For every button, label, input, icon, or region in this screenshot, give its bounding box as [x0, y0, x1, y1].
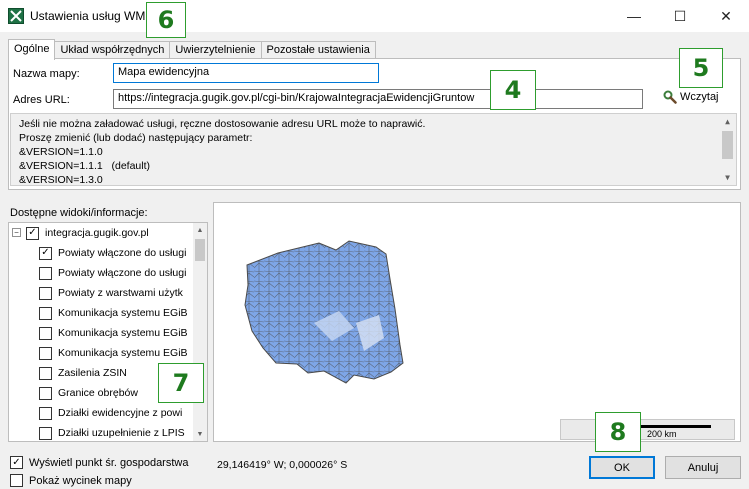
poland-map	[244, 240, 404, 384]
show-clip-checkbox[interactable]	[10, 474, 23, 487]
layer-label: Zasilenia ZSIN	[58, 367, 127, 379]
scale-label: 200 km	[647, 429, 677, 439]
annotation-badge-6: 6	[146, 2, 186, 38]
layer-checkbox[interactable]: ✓	[39, 246, 52, 260]
show-point-checkbox[interactable]: ✓	[10, 456, 23, 469]
layer-item[interactable]: ✓ Powiaty włączone do usługi	[9, 243, 195, 263]
show-clip-option[interactable]: Pokaż wycinek mapy	[10, 474, 132, 487]
title-bar: Ustawienia usług WMS — ☐ ✕	[0, 0, 749, 32]
checkmark-icon: ✓	[12, 456, 21, 468]
layer-item[interactable]: Działki uzupełnienie z LPIS	[9, 423, 195, 441]
annotation-badge-4: 4	[490, 70, 536, 110]
layer-checkbox[interactable]	[39, 266, 52, 280]
layer-label: Komunikacja systemu EGiB	[58, 347, 188, 359]
layers-tree: − ✓ integracja.gugik.gov.pl ✓ Powiaty włą…	[8, 222, 208, 442]
load-button-label: Wczytaj	[680, 91, 719, 103]
checkmark-icon: ✓	[41, 247, 50, 258]
show-clip-label: Pokaż wycinek mapy	[29, 474, 132, 487]
layer-label: Granice obrębów	[58, 387, 138, 399]
scroll-up-icon[interactable]: ▲	[193, 223, 207, 237]
message-scrollbar[interactable]: ▲ ▼	[719, 114, 736, 185]
scroll-down-icon[interactable]: ▼	[719, 170, 736, 185]
layer-item[interactable]: Powiaty włączone do usługi	[9, 263, 195, 283]
load-button[interactable]: Wczytaj	[663, 90, 719, 104]
layer-label: Powiaty z warstwami użytk	[58, 287, 183, 299]
layer-item[interactable]: Komunikacja systemu EGiB	[9, 323, 195, 343]
scale-bar: 200 km	[560, 419, 735, 440]
map-name-input[interactable]: Mapa ewidencyjna	[113, 63, 379, 83]
layer-checkbox[interactable]	[39, 346, 52, 360]
checkmark-icon: ✓	[28, 227, 37, 238]
layer-checkbox[interactable]	[39, 406, 52, 420]
url-label: Adres URL:	[13, 94, 70, 106]
layer-checkbox[interactable]	[39, 426, 52, 440]
layer-label: Powiaty włączone do usługi	[58, 247, 187, 259]
cancel-button[interactable]: Anuluj	[665, 456, 741, 479]
layer-label: Działki ewidencyjne z powi	[58, 407, 183, 419]
wrench-icon	[663, 90, 677, 104]
layer-checkbox[interactable]	[39, 366, 52, 380]
url-hint-message: Jeśli nie można załadować usługi, ręczne…	[10, 113, 737, 186]
layer-label: Komunikacja systemu EGiB	[58, 327, 188, 339]
show-point-label: Wyświetl punkt śr. gospodarstwa	[29, 456, 189, 469]
close-button[interactable]: ✕	[703, 0, 749, 32]
show-point-option[interactable]: ✓ Wyświetl punkt śr. gospodarstwa	[10, 456, 188, 469]
layer-item[interactable]: Komunikacja systemu EGiB	[9, 343, 195, 363]
scroll-down-icon[interactable]: ▼	[193, 427, 207, 441]
annotation-badge-5: 5	[679, 48, 723, 88]
root-checkbox[interactable]: ✓	[26, 226, 39, 240]
layer-checkbox[interactable]	[39, 326, 52, 340]
tab-general[interactable]: Ogólne	[8, 39, 56, 60]
layer-item[interactable]: Komunikacja systemu EGiB	[9, 303, 195, 323]
layer-label: Działki uzupełnienie z LPIS	[58, 427, 185, 439]
annotation-badge-7: 7	[158, 363, 204, 403]
scale-bar-line	[641, 425, 711, 428]
minimize-button[interactable]: —	[611, 0, 657, 32]
maximize-button[interactable]: ☐	[657, 0, 703, 32]
url-input[interactable]: https://integracja.gugik.gov.pl/cgi-bin/…	[113, 89, 643, 109]
tab-bar: Ogólne Układ współrzędnych Uwierzytelnie…	[8, 39, 376, 60]
layer-label: Powiaty włączone do usługi	[58, 267, 187, 279]
scroll-thumb[interactable]	[722, 131, 733, 159]
coordinates-readout: 29,146419° W; 0,000026° S	[217, 459, 348, 471]
map-preview[interactable]: 200 km	[213, 202, 741, 442]
tree-root[interactable]: − ✓ integracja.gugik.gov.pl	[9, 223, 195, 243]
layer-checkbox[interactable]	[39, 386, 52, 400]
scroll-up-icon[interactable]: ▲	[719, 114, 736, 129]
layer-checkbox[interactable]	[39, 286, 52, 300]
map-name-label: Nazwa mapy:	[13, 68, 80, 80]
scroll-thumb[interactable]	[195, 239, 205, 261]
layer-item[interactable]: Działki ewidencyjne z powi	[9, 403, 195, 423]
ok-button[interactable]: OK	[589, 456, 655, 479]
layers-scrollbar[interactable]: ▲ ▼	[193, 223, 207, 441]
layer-label: Komunikacja systemu EGiB	[58, 307, 188, 319]
root-label: integracja.gugik.gov.pl	[45, 227, 149, 239]
collapse-icon[interactable]: −	[12, 228, 21, 237]
annotation-badge-8: 8	[595, 412, 641, 452]
layer-checkbox[interactable]	[39, 306, 52, 320]
window-title: Ustawienia usług WMS	[30, 9, 154, 23]
app-icon	[8, 8, 24, 24]
layer-item[interactable]: Powiaty z warstwami użytk	[9, 283, 195, 303]
url-hint-text: Jeśli nie można załadować usługi, ręczne…	[19, 118, 426, 186]
available-views-label: Dostępne widoki/informacje:	[10, 207, 148, 219]
